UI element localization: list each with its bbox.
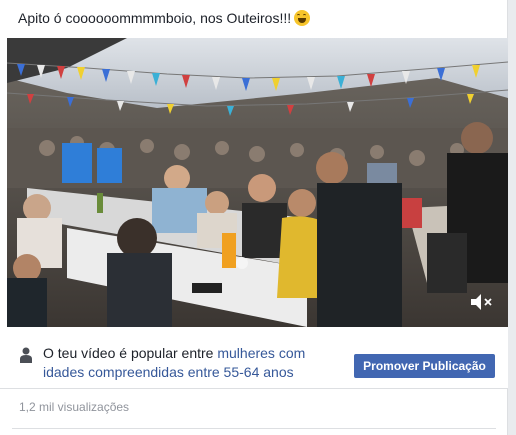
laughing-emoji-icon: [294, 10, 311, 26]
post-message-text: Apito ó coooooommmmboio, nos Outeiros!!!: [18, 10, 292, 26]
divider: [12, 428, 496, 429]
audience-insight-row: O teu vídeo é popular entre mulheres com…: [0, 327, 508, 389]
view-count[interactable]: 1,2 mil visualizações: [19, 400, 129, 414]
post-card: Apito ó coooooommmmboio, nos Outeiros!!!: [0, 0, 508, 435]
mute-button[interactable]: [468, 291, 494, 313]
video-player[interactable]: [7, 38, 508, 327]
post-message: Apito ó coooooommmmboio, nos Outeiros!!!: [18, 8, 311, 28]
insight-message: O teu vídeo é popular entre mulheres com…: [43, 344, 343, 382]
person-icon: [20, 347, 32, 363]
insight-text: O teu vídeo é popular entre: [43, 345, 218, 361]
speaker-muted-icon: [471, 294, 492, 310]
video-frame-image: [7, 38, 508, 327]
promote-post-button[interactable]: Promover Publicação: [354, 354, 495, 378]
